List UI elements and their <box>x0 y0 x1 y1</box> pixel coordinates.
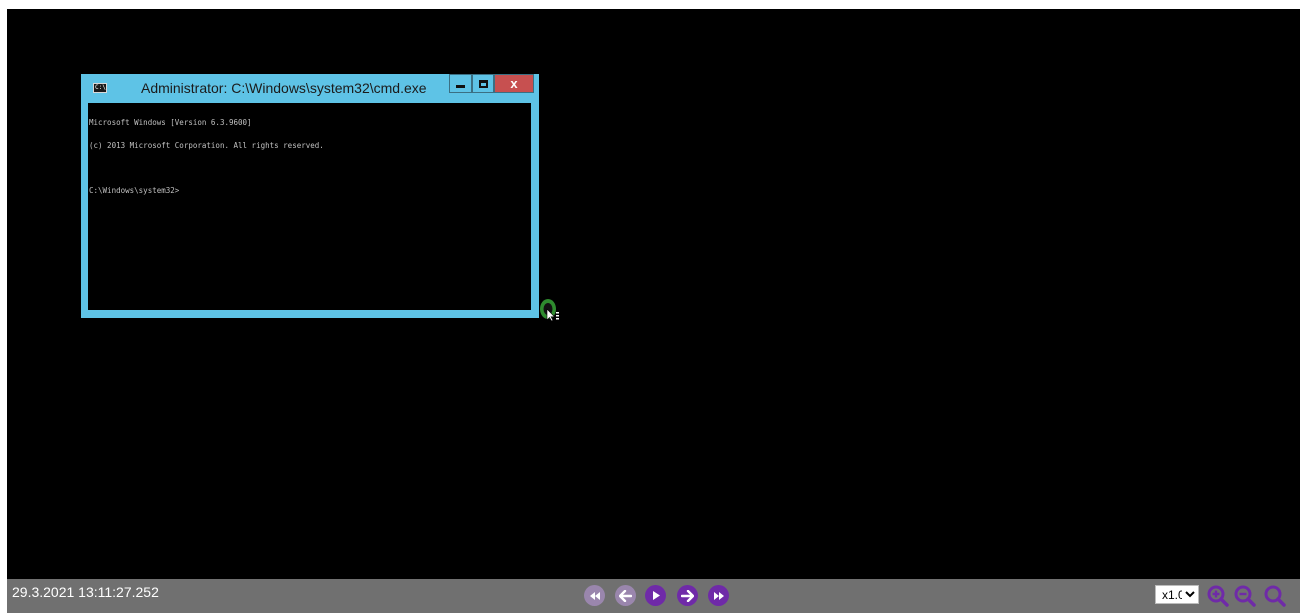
zoom-reset-icon[interactable] <box>1263 584 1287 608</box>
zoom-in-icon[interactable] <box>1206 584 1230 608</box>
recording-viewport: C:\ Administrator: C:\Windows\system32\c… <box>7 9 1300 579</box>
arrow-left-icon <box>619 589 632 602</box>
cmd-app-icon-text: C:\ <box>95 84 106 91</box>
console-line: Microsoft Windows [Version 6.3.9600] <box>89 118 252 127</box>
window-title: Administrator: C:\Windows\system32\cmd.e… <box>141 80 427 96</box>
cmd-window[interactable]: C:\ Administrator: C:\Windows\system32\c… <box>81 74 539 318</box>
playback-toolbar: 29.3.2021 13:11:27.252 x1.0 <box>7 579 1300 613</box>
skip-to-end-icon <box>713 591 724 600</box>
console-prompt: C:\Windows\system32> <box>89 185 180 195</box>
close-icon: x <box>510 76 518 91</box>
console-line: (c) 2013 Microsoft Corporation. All righ… <box>89 140 324 150</box>
arrow-right-icon <box>681 589 694 602</box>
zoom-out-icon[interactable] <box>1233 584 1257 608</box>
minimize-button[interactable] <box>449 74 472 93</box>
step-back-button[interactable] <box>615 585 636 606</box>
maximize-button[interactable] <box>472 74 494 93</box>
skip-to-start-icon <box>589 591 600 600</box>
play-button[interactable] <box>645 585 666 606</box>
playback-timestamp: 29.3.2021 13:11:27.252 <box>12 584 159 600</box>
cmd-app-icon: C:\ <box>93 83 107 93</box>
play-icon <box>652 591 660 600</box>
step-forward-button[interactable] <box>677 585 698 606</box>
playback-speed-select[interactable]: x1.0 <box>1155 585 1199 604</box>
cmd-titlebar[interactable]: C:\ Administrator: C:\Windows\system32\c… <box>81 74 539 103</box>
mouse-cursor-icon <box>540 299 559 321</box>
maximize-icon <box>478 79 488 88</box>
console-output[interactable]: Microsoft Windows [Version 6.3.9600] (c)… <box>88 103 531 310</box>
close-button[interactable]: x <box>494 74 534 93</box>
minimize-icon <box>456 85 465 88</box>
skip-to-end-button[interactable] <box>708 585 729 606</box>
skip-to-start-button[interactable] <box>584 585 605 606</box>
